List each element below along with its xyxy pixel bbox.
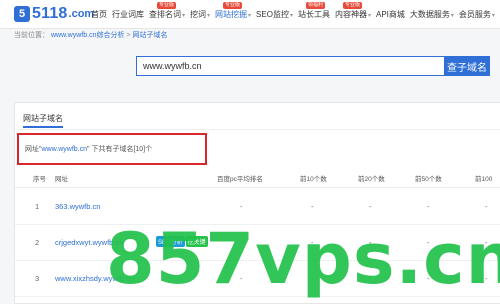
search-bar: www.wywfb.cn 查子域名 — [136, 56, 490, 76]
nav-badge: 专业版 — [223, 2, 242, 9]
col-header-index: 序号 — [33, 173, 46, 183]
top-navbar: 5 5118 .com 首页行业词库查排名词▾专业版挖词▾网站挖掘▾专业版SEO… — [0, 0, 500, 29]
nav-item[interactable]: 站长工具领福利 — [298, 9, 330, 20]
nav-badge: 专业版 — [343, 2, 362, 9]
nav-item-label: 网站挖掘 — [215, 10, 247, 19]
search-subdomain-button[interactable]: 查子域名 — [444, 56, 490, 76]
chevron-down-icon: ▾ — [182, 13, 185, 19]
top10-value: - — [311, 202, 314, 211]
nav-item[interactable]: 大数据服务▾ — [410, 9, 454, 20]
nav-badge: 专业版 — [157, 2, 176, 9]
site-logo[interactable]: 5 5118 .com — [14, 4, 94, 24]
nav-item[interactable]: 行业词库 — [112, 9, 144, 20]
nav-item-label: 站长工具 — [298, 10, 330, 19]
nav-item-label: 会员服务 — [459, 10, 491, 19]
summary-suffix: " 下共有子域名[10]个 — [87, 146, 152, 153]
nav-item-label: 内容神器 — [335, 10, 367, 19]
nav-item[interactable]: 内容神器▾专业版 — [335, 9, 371, 20]
nav-item-label: 大数据服务 — [410, 10, 450, 19]
summary-domain: www.wywfb.cn — [42, 146, 88, 153]
nav-item-label: 首页 — [91, 10, 107, 19]
breadcrumb-link-analysis[interactable]: www.wywfb.cn综合分析 — [51, 32, 125, 39]
row-index: 1 — [35, 202, 39, 211]
watermark-text: 857vps.cn — [106, 218, 500, 300]
col-header-top20[interactable]: 前20个数 — [358, 173, 385, 183]
chevron-down-icon: ▾ — [290, 13, 293, 19]
top50-value: - — [427, 202, 430, 211]
row-index: 2 — [35, 238, 39, 247]
breadcrumb: 当前位置： www.wywfb.cn综合分析 > 网站子域名 — [14, 30, 167, 40]
top20-value: - — [369, 202, 372, 211]
chevron-down-icon: ▾ — [248, 13, 251, 19]
nav-item-label: 查排名词 — [149, 10, 181, 19]
col-header-top100[interactable]: 前100 — [475, 173, 492, 183]
baidu-rank-value: - — [240, 202, 243, 211]
nav-item[interactable]: 网站挖掘▾专业版 — [215, 9, 251, 20]
nav-item[interactable]: 查排名词▾专业版 — [149, 9, 185, 20]
nav-item-label: API商城 — [376, 10, 405, 19]
col-header-baidu-rank[interactable]: 百度pc平均排名 — [217, 173, 263, 183]
tab-underline — [23, 126, 63, 128]
nav-item[interactable]: 会员服务▾ — [459, 9, 495, 20]
col-header-top50[interactable]: 前50个数 — [415, 173, 442, 183]
chevron-down-icon: ▾ — [368, 13, 371, 19]
nav-item-label: 挖词 — [190, 10, 206, 19]
main-nav: 首页行业词库查排名词▾专业版挖词▾网站挖掘▾专业版SEO监控▾站长工具领福利内容… — [91, 0, 500, 28]
panel-title-tab[interactable]: 网站子域名 — [23, 113, 63, 124]
breadcrumb-current[interactable]: 网站子域名 — [132, 32, 167, 39]
subdomain-count-summary: 网址"www.wywfb.cn" 下共有子域名[10]个 — [25, 144, 152, 154]
logo-mark-icon: 5 — [14, 6, 30, 22]
logo-text: 5118 — [32, 5, 68, 23]
col-header-top10[interactable]: 前10个数 — [300, 173, 327, 183]
nav-item-label: 行业词库 — [112, 10, 144, 19]
nav-item[interactable]: 首页 — [91, 9, 107, 20]
nav-item[interactable]: API商城 — [376, 9, 405, 20]
nav-item-label: SEO监控 — [256, 10, 289, 19]
table-header: 序号 网址 百度pc平均排名 前10个数 前20个数 前50个数 前100 — [15, 167, 500, 188]
subdomain-link[interactable]: 363.wywfb.cn — [55, 202, 100, 211]
breadcrumb-prefix: 当前位置： — [14, 32, 49, 39]
divider — [15, 129, 500, 130]
chevron-down-icon: ▾ — [207, 13, 210, 19]
row-index: 3 — [35, 274, 39, 283]
top100-value: - — [485, 202, 488, 211]
nav-item[interactable]: SEO监控▾ — [256, 9, 293, 20]
summary-highlight-box: 网址"www.wywfb.cn" 下共有子域名[10]个 — [17, 133, 207, 165]
chevron-down-icon: ▾ — [451, 13, 454, 19]
chevron-down-icon: ▾ — [492, 13, 495, 19]
nav-item[interactable]: 挖词▾ — [190, 9, 210, 20]
summary-prefix: 网址" — [25, 146, 42, 153]
domain-search-input[interactable]: www.wywfb.cn — [136, 56, 452, 76]
col-header-url: 网址 — [55, 173, 68, 183]
nav-badge: 领福利 — [306, 2, 325, 9]
